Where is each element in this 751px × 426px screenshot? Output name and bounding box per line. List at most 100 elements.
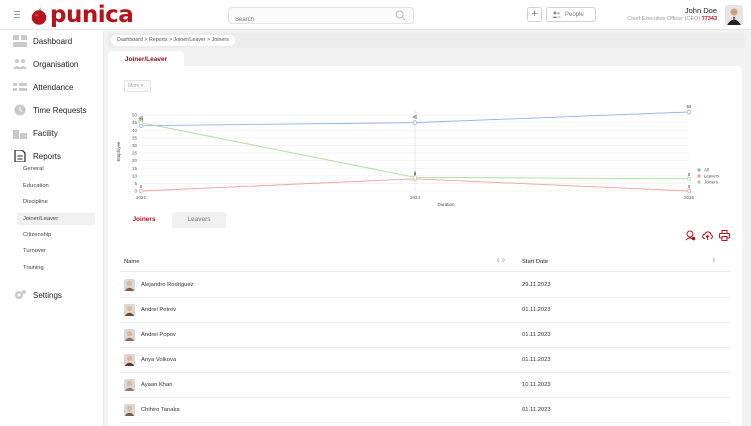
sidebar-item-reports[interactable]: Reports [13,150,61,162]
people-icon [552,11,561,18]
sidebar-subitem-education[interactable]: Education [23,183,49,189]
table-row[interactable]: Alejandro Rodriguez 29.11.2023 [120,273,730,298]
legend-entry: Joiners [704,180,718,185]
breadcrumb[interactable]: Dashboard > Reports > Joiner/Leaver > Jo… [111,35,235,46]
add-button[interactable]: + [527,7,542,22]
column-start-date[interactable]: Start Date [522,259,548,265]
search-icon[interactable] [395,10,406,21]
user-name: John Doe [684,6,717,15]
settings-icon [15,290,26,299]
top-bar: punica + People John Doe Chief Executive… [0,0,751,30]
user-info[interactable]: John Doe Chief Executive Officer (CEO) 7… [627,6,717,23]
menu-icon[interactable] [14,11,20,18]
avatar [124,379,135,391]
organisation-icon [13,59,27,69]
avatar [124,329,135,341]
data-point [412,175,418,180]
data-point [138,188,144,194]
y-tick-label: 40 [132,128,138,133]
print-icon[interactable] [719,230,730,241]
start-date: 10.11.2023 [522,382,551,388]
data-label: 45 [413,115,418,120]
cloud-upload-icon[interactable] [702,230,713,241]
sort-icon[interactable]: ⇕ [712,258,716,264]
sidebar-item-organisation[interactable]: Organisation [13,58,78,70]
data-label: 45 [139,116,144,121]
facility-icon [13,130,27,139]
data-label: 52 [687,104,692,109]
x-tick-label: 2026 [684,195,695,200]
data-label: 9 [414,170,417,175]
table-header: Name ⇕ ⚲ Start Date ⇕ [120,252,730,272]
sidebar-subitem-general[interactable]: General [23,166,44,172]
y-tick-label: 20 [132,158,138,163]
table-row[interactable]: Chihiro Tanaka 01.11.2023 [120,398,730,423]
tab-joiners[interactable]: Joiners [124,212,164,228]
employee-name: Andrei Popov [141,332,176,338]
sort-search-icon[interactable]: ⇕ ⚲ [496,258,505,264]
employee-name: Chihiro Tanaka [141,407,180,413]
tab-leavers[interactable]: Leavers [172,212,226,228]
start-date: 01.11.2023 [522,357,551,363]
x-axis-label: Duration [437,202,455,207]
sidebar-subitem-joiner-leaver[interactable]: Joiner/Leaver [23,216,58,222]
dashboard-icon [13,35,27,47]
sidebar-item-time-requests[interactable]: Time Requests [13,104,87,116]
user-role: Chief Executive Officer (CEO) 77343 [627,16,717,22]
data-label: 0 [688,184,691,189]
breadcrumb-bar: Dashboard > Reports > Joiner/Leaver > Jo… [108,33,745,48]
attendance-icon [13,81,27,93]
sidebar-item-facility[interactable]: Facility [13,127,58,139]
sidebar-subitem-turnover[interactable]: Turnover [23,248,46,254]
pomegranate-icon [31,7,47,25]
x-tick-label: 2022 [136,195,147,200]
legend-entry: Leavers [704,174,719,179]
people-label: People [565,11,584,18]
report-panel: More ▾ 0 5 10 15 20 25 30 35 40 45 50 2022 2024 2026 D… [108,66,742,426]
sidebar: Dashboard Organisation Attendance Time R… [0,30,104,426]
avatar [124,279,135,291]
y-tick-label: 10 [132,173,138,178]
more-dropdown[interactable]: More ▾ [124,80,151,92]
table-row[interactable]: Anya Volkova 01.11.2023 [120,348,730,373]
table-row[interactable]: Andrei Petrov 01.11.2023 [120,298,730,323]
table-row[interactable]: Andrei Popov 01.11.2023 [120,323,730,348]
tab-strip: Joiner/Leaver [108,48,745,68]
data-label: 8 [688,172,691,177]
table-row[interactable]: Ayaan Khan 10.11.2023 [120,373,730,398]
y-tick-label: 15 [132,166,138,171]
start-date: 01.11.2023 [522,407,551,413]
avatar[interactable] [725,5,743,25]
x-tick-label: 2024 [410,195,421,200]
sidebar-item-settings[interactable]: Settings [13,289,62,301]
brand-name: punica [50,2,134,28]
data-point [686,176,692,182]
sidebar-subitem-training[interactable]: Training [23,265,44,271]
search-input[interactable] [229,12,379,28]
data-point [412,120,418,125]
filter-users-icon[interactable] [685,230,696,241]
search-box[interactable] [228,7,414,28]
data-point [686,109,692,115]
sidebar-item-dashboard[interactable]: Dashboard [13,35,72,47]
legend-entry: All [704,168,709,173]
logo[interactable]: punica [30,2,134,28]
start-date: 01.11.2023 [522,307,551,313]
start-date: 01.11.2023 [522,332,551,338]
employee-name: Alejandro Rodriguez [141,282,194,288]
y-tick-label: 0 [134,189,137,194]
people-button[interactable]: People [546,7,596,22]
legend-swatch [697,180,701,184]
y-tick-label: 50 [132,113,138,118]
y-tick-label: 5 [134,181,137,186]
legend-swatch [697,168,701,172]
table-actions [685,230,730,241]
y-tick-label: 35 [132,135,138,140]
column-name[interactable]: Name [124,259,139,265]
sidebar-subitem-discipline[interactable]: Discipline [23,199,48,205]
user-id: 77343 [701,16,717,22]
sidebar-item-attendance[interactable]: Attendance [13,81,73,93]
joiner-leaver-chart: 051015202530354045502022 2024 2026Duration… [116,104,719,207]
sidebar-subitem-citizenship[interactable]: Citizenship [23,232,51,238]
employee-name: Ayaan Khan [141,382,173,388]
